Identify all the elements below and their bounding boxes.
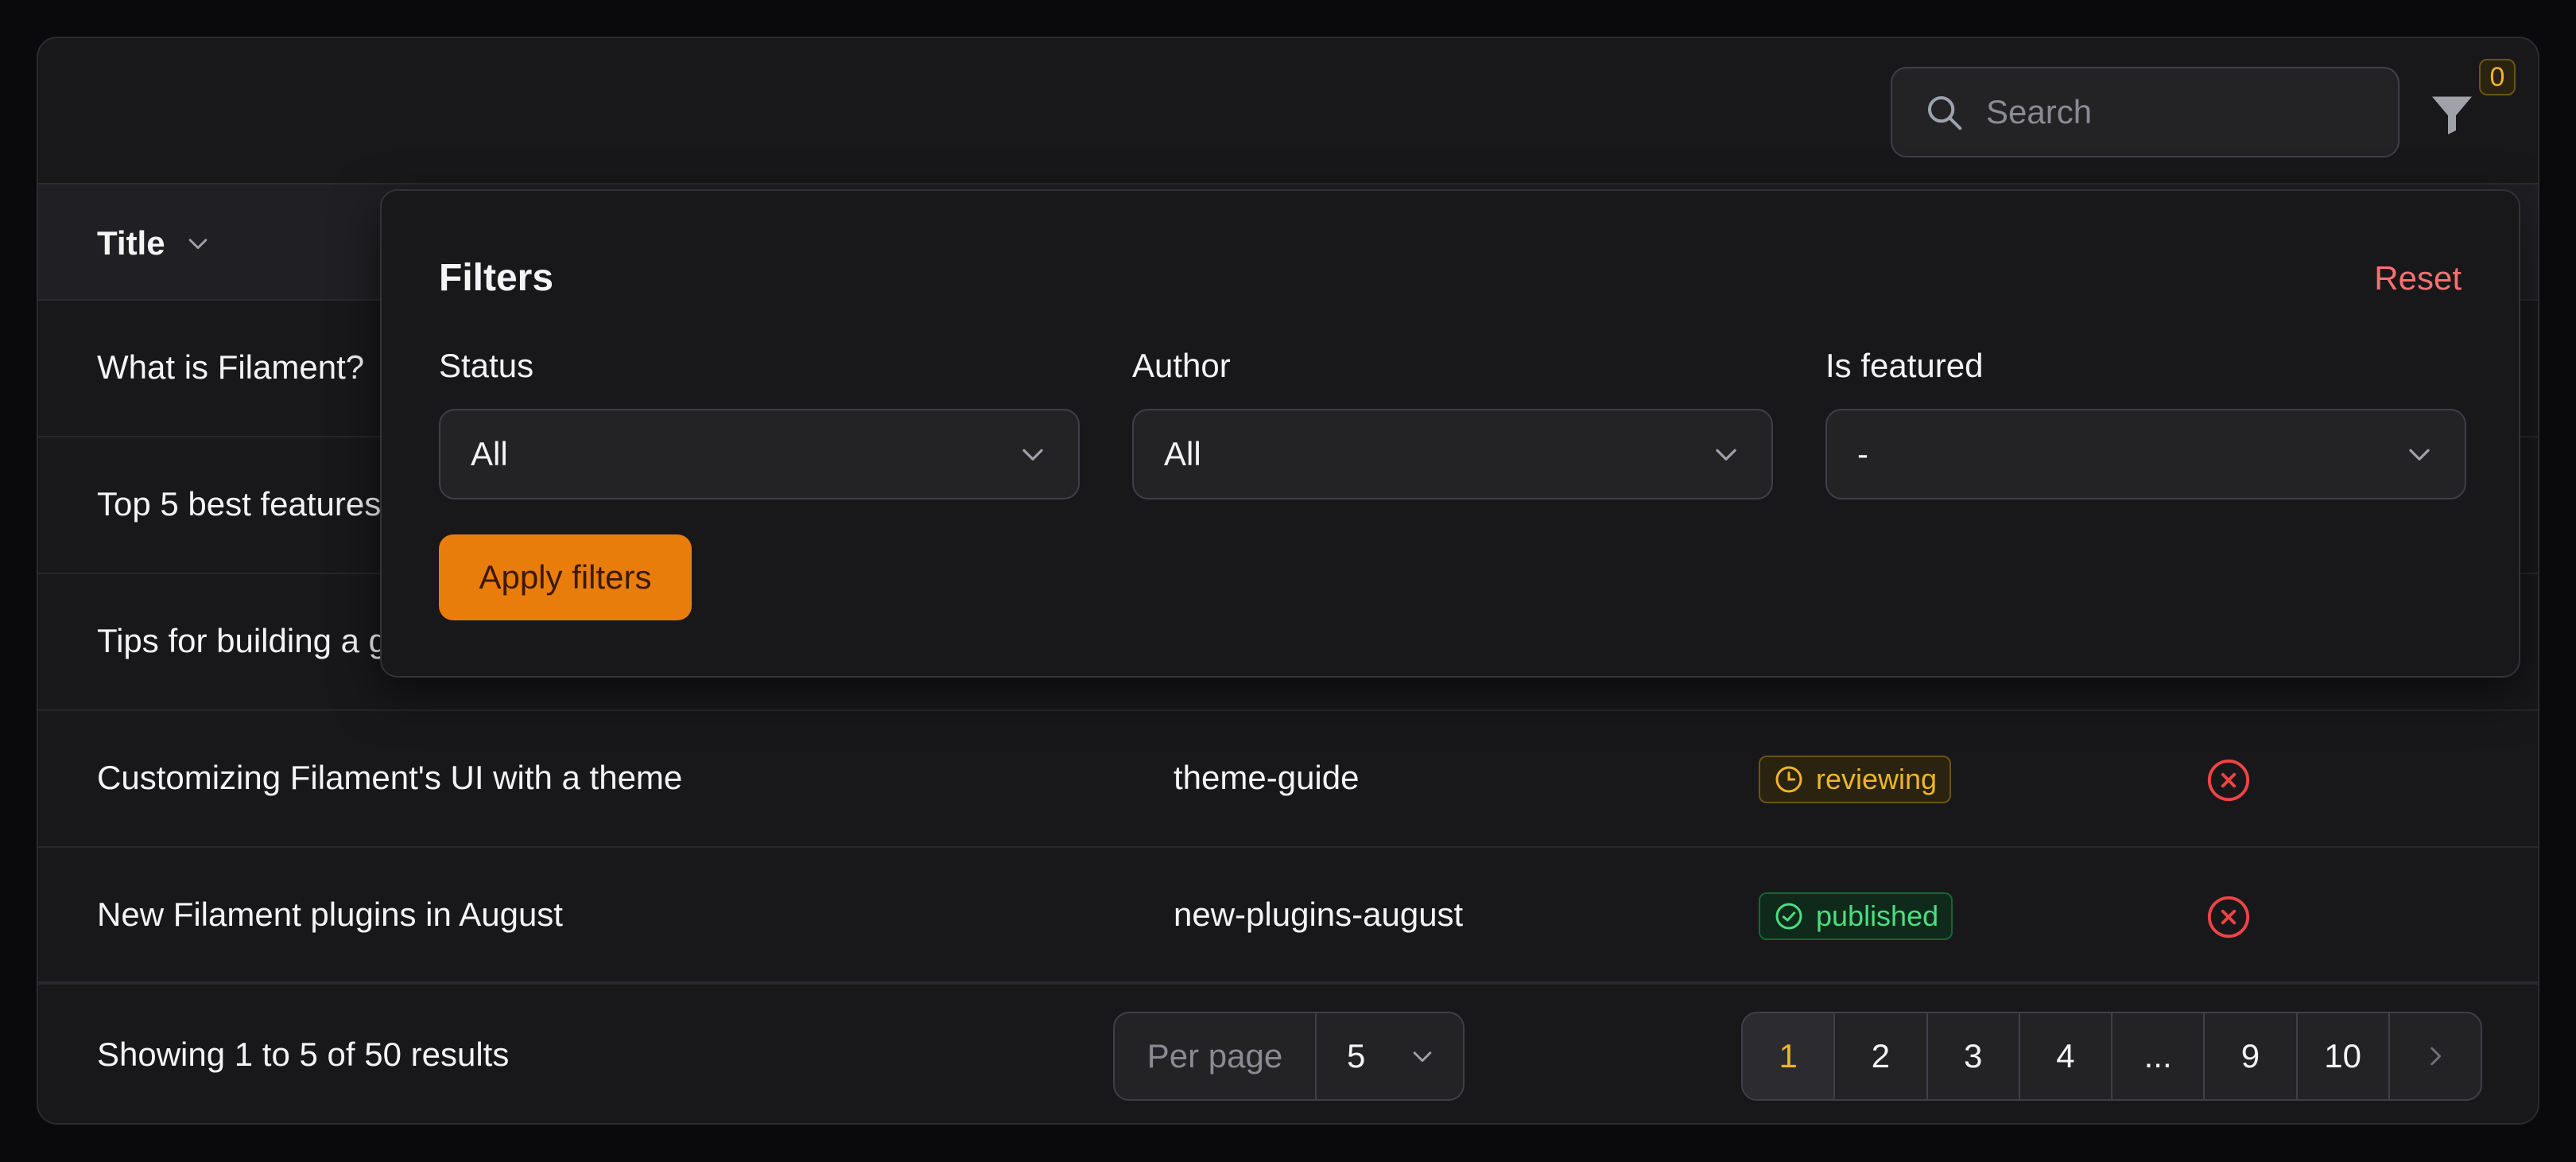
page-button[interactable]: 3	[1928, 1013, 2020, 1099]
page-button[interactable]: 9	[2205, 1013, 2298, 1099]
featured-filter-label: Is featured	[1825, 347, 1984, 384]
per-page-dropdown[interactable]: 5	[1317, 1013, 1463, 1099]
per-page-value: 5	[1347, 1037, 1366, 1075]
row-title: What is Filament?	[97, 348, 365, 386]
status-select-value: All	[471, 435, 508, 472]
filter-count-badge: 0	[2479, 59, 2516, 95]
search-icon	[1927, 95, 1962, 130]
page-button[interactable]: 4	[2020, 1013, 2112, 1099]
author-filter: Author All	[1132, 347, 1773, 499]
table-row[interactable]: New Filament plugins in August new-plugin…	[38, 848, 2538, 985]
featured-select-value: -	[1857, 435, 1868, 472]
row-slug: new-plugins-august	[1174, 896, 1464, 933]
page-button[interactable]: 1	[1743, 1013, 1836, 1099]
row-title: New Filament plugins in August	[97, 896, 563, 933]
search-input[interactable]	[1986, 93, 2368, 131]
status-badge: reviewing	[1759, 756, 1952, 803]
clock-icon	[1773, 764, 1816, 795]
next-page-button[interactable]	[2390, 1013, 2481, 1099]
featured-select[interactable]: -	[1825, 409, 2466, 499]
column-header-title[interactable]: Title	[97, 224, 211, 262]
filters-popover: Filters Reset Status All Author All Is f…	[380, 189, 2520, 678]
table-toolbar: 0	[38, 38, 2538, 183]
results-summary: Showing 1 to 5 of 50 results	[97, 1036, 510, 1073]
pagination-ellipsis: ...	[2112, 1013, 2206, 1099]
page-button[interactable]: 10	[2298, 1013, 2390, 1099]
featured-filter: Is featured -	[1825, 347, 2466, 499]
page-button[interactable]: 2	[1835, 1013, 1928, 1099]
chevron-down-icon	[2409, 449, 2430, 461]
author-select[interactable]: All	[1132, 409, 1773, 499]
check-circle-icon	[1773, 900, 1816, 932]
chevron-down-icon	[188, 239, 207, 250]
per-page-select[interactable]: Per page 5	[1113, 1012, 1465, 1101]
funnel-icon	[2432, 96, 2472, 134]
status-badge: published	[1759, 892, 1953, 940]
not-featured-x-icon	[2206, 757, 2252, 803]
row-title: Customizing Filament's UI with a theme	[97, 759, 683, 796]
author-filter-label: Author	[1132, 347, 1231, 384]
column-header-title-label: Title	[97, 224, 165, 262]
author-select-value: All	[1164, 435, 1201, 472]
chevron-down-icon	[1022, 449, 1043, 461]
filters-title: Filters	[439, 257, 554, 299]
pagination: 1 2 3 4... 9 10	[1741, 1012, 2482, 1101]
status-filter: Status All	[439, 347, 1080, 499]
status-select[interactable]: All	[439, 409, 1080, 499]
apply-filters-button[interactable]: Apply filters	[439, 534, 692, 620]
search-box[interactable]	[1891, 67, 2399, 157]
status-badge-label: published	[1816, 900, 1939, 932]
status-filter-label: Status	[439, 347, 534, 384]
chevron-down-icon	[1716, 449, 1736, 461]
table-footer: Showing 1 to 5 of 50 results Per page 5 …	[38, 981, 2538, 1123]
chevron-down-icon	[1413, 1051, 1432, 1063]
chevron-right-icon	[2431, 1047, 2441, 1066]
not-featured-x-icon	[2206, 894, 2252, 940]
reset-filters-link[interactable]: Reset	[2374, 259, 2462, 297]
status-badge-label: reviewing	[1816, 763, 1938, 795]
per-page-label: Per page	[1115, 1013, 1317, 1099]
row-slug: theme-guide	[1174, 759, 1360, 796]
posts-table-card: 0 Title What is Filament?what-is-filamen…	[37, 37, 2539, 1125]
table-row[interactable]: Customizing Filament's UI with a theme th…	[38, 711, 2538, 848]
